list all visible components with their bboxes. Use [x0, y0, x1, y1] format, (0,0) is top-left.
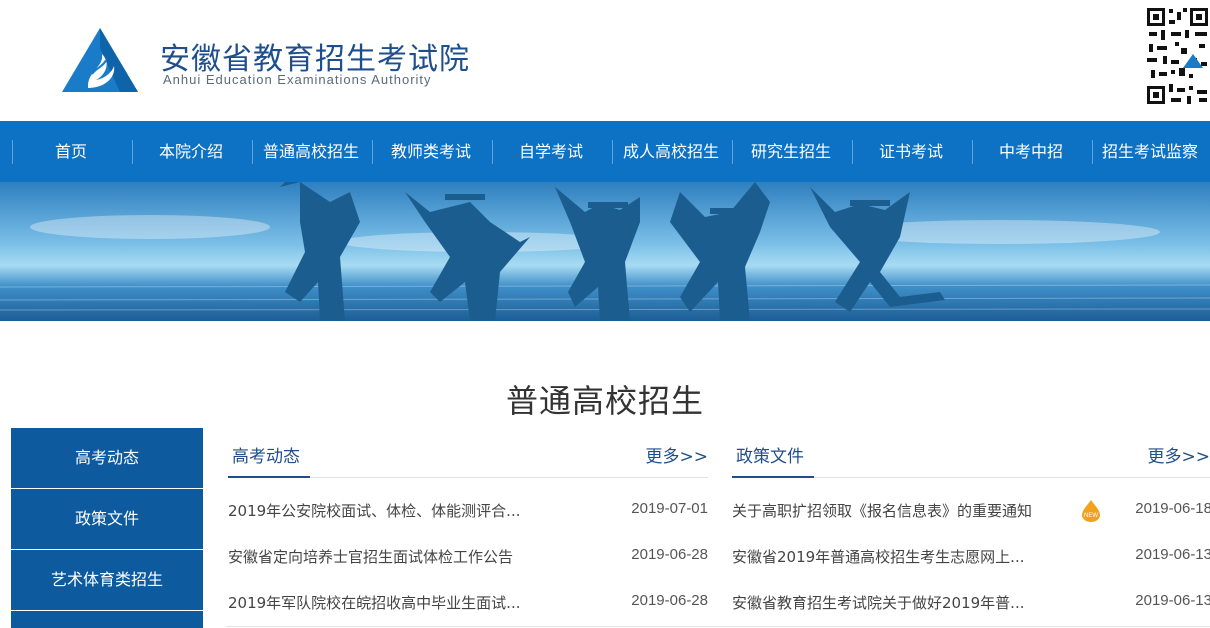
page-title: 普通高校招生: [505, 382, 704, 420]
nav-item-teacher-exam[interactable]: 教师类考试: [371, 121, 491, 182]
nav-item-college-admission[interactable]: 普通高校招生: [251, 121, 371, 182]
more-link[interactable]: 更多>>: [646, 442, 709, 467]
site-name-english: Anhui Education Examinations Authority: [163, 72, 432, 87]
news-title[interactable]: 关于高职扩招领取《报名信息表》的重要通知: [732, 500, 1032, 521]
sidebar-item-gaokao-news[interactable]: 高考动态: [11, 428, 203, 488]
more-link[interactable]: 更多>>: [1148, 442, 1210, 467]
list-item[interactable]: 安徽省定向培养士官招生面试体检工作公告 2019-06-28: [228, 546, 708, 570]
qr-code-icon: [1145, 6, 1210, 106]
nav-item-middle-school[interactable]: 中考中招: [971, 121, 1091, 182]
sidebar-item-art-sports[interactable]: 艺术体育类招生: [11, 550, 203, 610]
nav-item-adult-admission[interactable]: 成人高校招生: [611, 121, 731, 182]
sidebar-item-policy-docs[interactable]: 政策文件: [11, 489, 203, 549]
news-title[interactable]: 安徽省定向培养士官招生面试体检工作公告: [228, 546, 513, 567]
news-title[interactable]: 安徽省2019年普通高校招生考生志愿网上...: [732, 546, 1024, 567]
list-bottom-divider: [226, 626, 1210, 627]
nav-item-graduate-admission[interactable]: 研究生招生: [731, 121, 851, 182]
tab-underline: [228, 476, 310, 478]
news-title[interactable]: 安徽省教育招生考试院关于做好2019年普...: [732, 592, 1024, 613]
authority-logo-icon[interactable]: [60, 26, 140, 96]
news-date: 2019-06-13: [1135, 546, 1210, 563]
list-item[interactable]: 关于高职扩招领取《报名信息表》的重要通知 NEW 2019-06-18: [732, 500, 1210, 524]
svg-text:NEW: NEW: [1084, 513, 1098, 519]
list-item[interactable]: 2019年公安院校面试、体检、体能测评合... 2019-07-01: [228, 500, 708, 524]
new-badge-icon: NEW: [1082, 500, 1100, 522]
nav-item-about[interactable]: 本院介绍: [131, 121, 251, 182]
tab-gaokao-news[interactable]: 高考动态: [232, 442, 300, 467]
nav-item-supervision[interactable]: 招生考试监察: [1090, 121, 1210, 182]
news-date: 2019-06-13: [1135, 592, 1210, 609]
news-title[interactable]: 2019年军队院校在皖招收高中毕业生面试...: [228, 592, 520, 613]
graduates-banner: [0, 182, 1210, 321]
sidebar: 高考动态 政策文件 艺术体育类招生: [11, 428, 203, 628]
tab-underline: [732, 476, 814, 478]
news-date: 2019-07-01: [631, 500, 708, 517]
list-item[interactable]: 安徽省教育招生考试院关于做好2019年普... 2019-06-13: [732, 592, 1210, 616]
list-item[interactable]: 2019年军队院校在皖招收高中毕业生面试... 2019-06-28: [228, 592, 708, 616]
sidebar-item-more: [11, 611, 203, 628]
news-date: 2019-06-28: [631, 592, 708, 609]
news-date: 2019-06-28: [631, 546, 708, 563]
nav-item-home[interactable]: 首页: [11, 121, 131, 182]
list-item[interactable]: 安徽省2019年普通高校招生考生志愿网上... 2019-06-13: [732, 546, 1210, 570]
main-nav: 首页 本院介绍 普通高校招生 教师类考试 自学考试 成人高校招生 研究生招生 证…: [0, 121, 1210, 182]
news-date: 2019-06-18: [1135, 500, 1210, 517]
tab-policy-docs[interactable]: 政策文件: [736, 442, 804, 467]
nav-item-self-study-exam[interactable]: 自学考试: [491, 121, 611, 182]
news-title[interactable]: 2019年公安院校面试、体检、体能测评合...: [228, 500, 520, 521]
site-header: 安徽省教育招生考试院 Anhui Education Examinations …: [0, 0, 1210, 121]
nav-item-certificate-exam[interactable]: 证书考试: [851, 121, 971, 182]
